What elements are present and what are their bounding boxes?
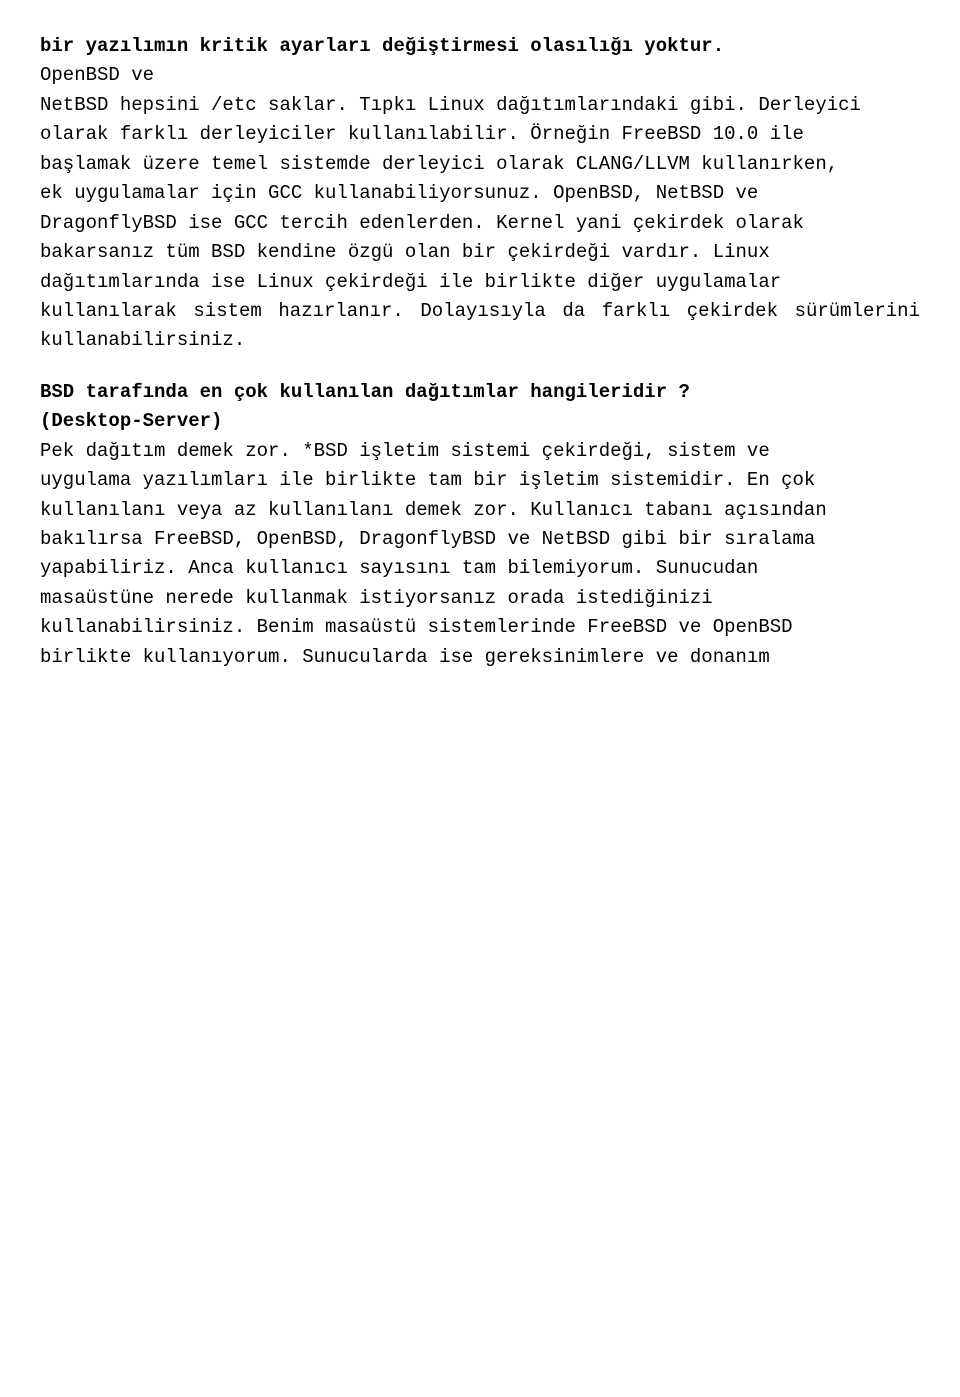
heading-line1: BSD tarafında en çok kullanılan dağıtıml… — [40, 378, 920, 407]
para1-line5: başlamak üzere temel sistemde derleyici … — [40, 150, 920, 179]
para1-line4: olarak farklı derleyiciler kullanılabili… — [40, 120, 920, 149]
para2-line7: kullanabilirsiniz. Benim masaüstü sistem… — [40, 613, 920, 642]
para1-line8: bakarsanız tüm BSD kendine özgü olan bir… — [40, 238, 920, 267]
heading-line2: (Desktop-Server) — [40, 407, 920, 436]
para2-line2: uygulama yazılımları ile birlikte tam bi… — [40, 466, 920, 495]
para1-line3: NetBSD hepsini /etc saklar. Tıpkı Linux … — [40, 91, 920, 120]
para2-line1: Pek dağıtım demek zor. *BSD işletim sist… — [40, 437, 920, 466]
para1-line2: OpenBSD ve — [40, 61, 920, 90]
para1-line7: DragonflyBSD ise GCC tercih edenlerden. … — [40, 209, 920, 238]
para2-line8: birlikte kullanıyorum. Sunucularda ise g… — [40, 643, 920, 672]
para2-line3: kullanılanı veya az kullanılanı demek zo… — [40, 496, 920, 525]
para1-line1: bir yazılımın kritik ayarları değiştirme… — [40, 32, 920, 61]
para2-line6: masaüstüne nerede kullanmak istiyorsanız… — [40, 584, 920, 613]
para1-line6: ek uygulamalar için GCC kullanabiliyorsu… — [40, 179, 920, 208]
spacer — [40, 356, 920, 378]
para2-line5: yapabiliriz. Anca kullanıcı sayısını tam… — [40, 554, 920, 583]
para1-line9: dağıtımlarında ise Linux çekirdeği ile b… — [40, 268, 920, 297]
para1-line10: kullanılarak sistem hazırlanır. Dolayısı… — [40, 297, 920, 356]
para2-line4: bakılırsa FreeBSD, OpenBSD, DragonflyBSD… — [40, 525, 920, 554]
